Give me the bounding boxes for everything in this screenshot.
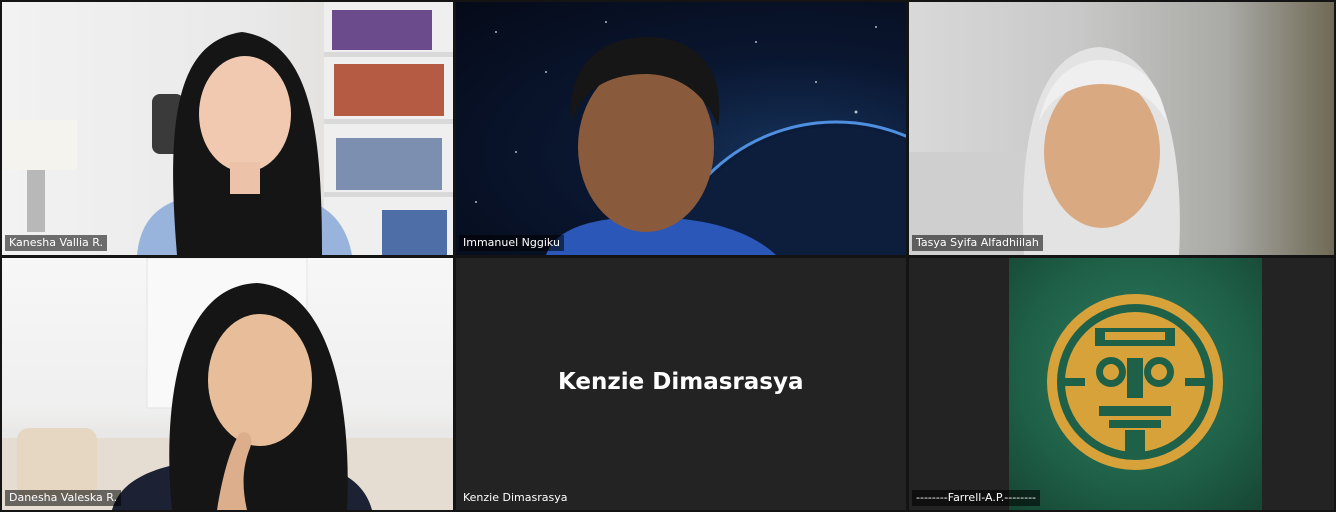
video-feed-kanesha [2,2,453,255]
video-tile-immanuel[interactable]: Immanuel Nggiku [456,2,906,255]
participant-name-farrell: --------Farrell-A.P.-------- [912,490,1041,506]
participant-name-kenzie: Kenzie Dimasrasya [463,491,568,504]
participant-name-immanuel: Immanuel Nggiku [459,235,564,251]
video-feed-immanuel [475,21,906,255]
aztec-mask-icon [1047,294,1223,470]
profile-picture-farrell [1009,258,1262,510]
participant-name-kanesha: Kanesha Vallia R. [5,235,108,251]
video-tile-tasya[interactable]: Tasya Syifa Alfadhiilah [909,2,1334,255]
participant-display-name-kenzie: Kenzie Dimasrasya [558,369,804,395]
participant-name-danesha: Danesha Valeska R. [5,490,122,506]
video-feed-tasya [909,47,1180,255]
video-feed-danesha [2,258,453,510]
video-tile-kenzie[interactable]: Kenzie Dimasrasya Kenzie Dimasrasya [456,258,906,510]
participant-name-tasya: Tasya Syifa Alfadhiilah [912,235,1043,251]
video-tile-kanesha[interactable]: Kanesha Vallia R. [2,2,453,255]
video-tile-danesha[interactable]: Danesha Valeska R. [2,258,453,510]
video-tile-farrell[interactable]: --------Farrell-A.P.-------- [909,258,1334,510]
